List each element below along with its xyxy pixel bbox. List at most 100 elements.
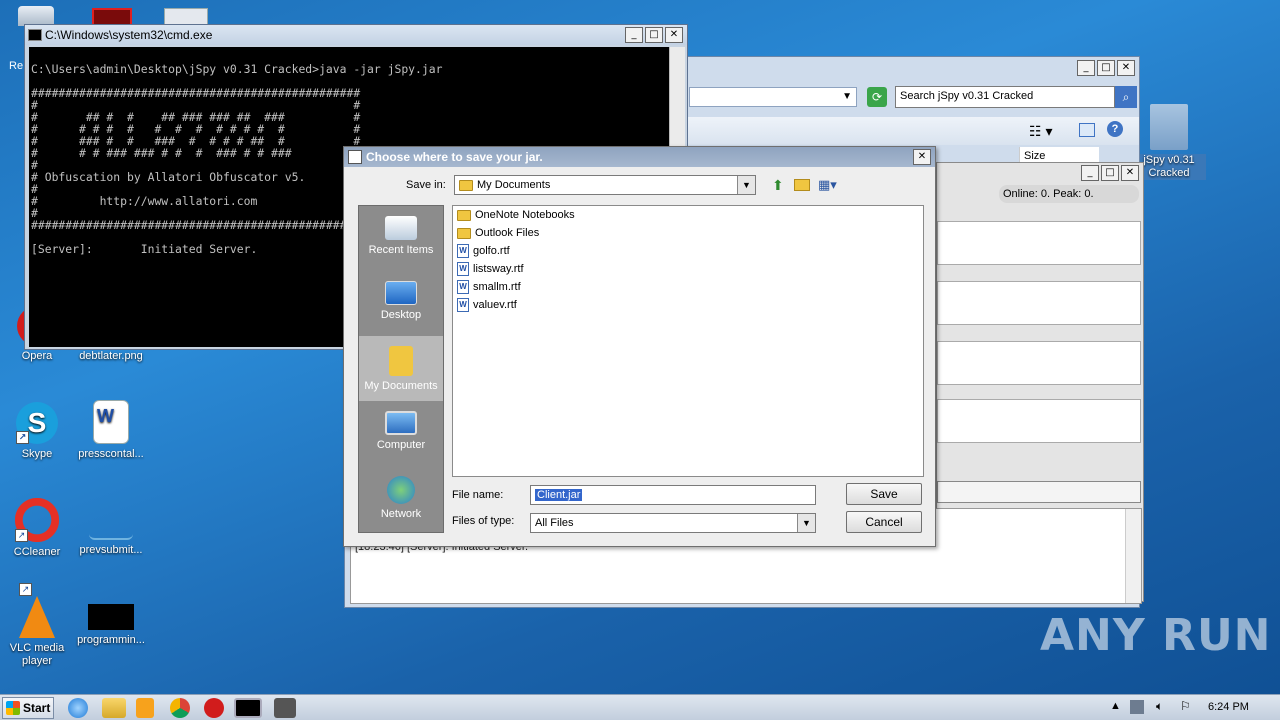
maximize-button[interactable]: □ xyxy=(1097,60,1115,76)
client-panel xyxy=(937,399,1141,443)
jspy-window-controls: _ □ ✕ xyxy=(1081,165,1139,181)
file-name-input[interactable]: Client.jar xyxy=(530,485,816,505)
folder-icon xyxy=(1150,104,1188,150)
start-button[interactable]: Start xyxy=(2,697,54,719)
file-list-item[interactable]: Wgolfo.rtf xyxy=(453,242,923,260)
rtf-document-icon: W xyxy=(457,280,469,294)
desktop-icon-vlc[interactable]: ↗ VLC media player xyxy=(0,583,74,668)
search-input[interactable]: Search jSpy v0.31 Cracked xyxy=(895,86,1115,108)
files-of-type-label: Files of type: xyxy=(452,515,515,527)
maximize-button[interactable]: □ xyxy=(645,27,663,43)
file-list[interactable]: OneNote Notebooks Outlook Files Wgolfo.rtf… xyxy=(452,205,924,477)
close-button[interactable]: ✕ xyxy=(913,149,931,165)
clock[interactable]: 6:24 PM xyxy=(1208,701,1249,713)
close-button[interactable]: ✕ xyxy=(665,27,683,43)
cmd-titlebar[interactable]: C:\Windows\system32\cmd.exe _ □ ✕ xyxy=(25,25,687,45)
maximize-button[interactable]: □ xyxy=(1101,165,1119,181)
new-folder-icon[interactable] xyxy=(794,179,810,191)
file-explorer-icon[interactable] xyxy=(102,698,126,718)
save-button[interactable]: Save xyxy=(846,483,922,505)
close-button[interactable]: ✕ xyxy=(1117,60,1135,76)
internet-explorer-icon[interactable] xyxy=(68,698,88,718)
flag-icon[interactable]: ⚐ xyxy=(1180,699,1191,713)
desktop-icon-label: CCleaner xyxy=(13,546,61,558)
recycle-bin-icon[interactable] xyxy=(18,6,54,26)
shortcut-arrow-icon: ↗ xyxy=(16,431,29,444)
place-desktop[interactable]: Desktop xyxy=(359,271,443,336)
status-label: Online: 0. Peak: 0. xyxy=(999,185,1139,203)
up-folder-icon[interactable]: ⬆ xyxy=(772,177,784,194)
file-name: golfo.rtf xyxy=(473,245,510,257)
cmd-taskbar-icon[interactable] xyxy=(234,698,262,718)
desktop-icon-skype[interactable]: S ↗ Skype xyxy=(0,402,74,461)
cmd-icon xyxy=(28,29,42,41)
network-icon xyxy=(387,476,415,504)
chevron-down-icon[interactable]: ▼ xyxy=(842,91,852,102)
cancel-button[interactable]: Cancel xyxy=(846,511,922,533)
close-button[interactable]: ✕ xyxy=(1121,165,1139,181)
chrome-icon[interactable] xyxy=(170,698,190,718)
desktop-icon-label: debtlater.png xyxy=(79,350,143,362)
views-icon[interactable]: ☷ ▾ xyxy=(1029,123,1052,140)
file-name: Outlook Files xyxy=(475,227,540,239)
folder-icon xyxy=(457,227,471,239)
file-list-item[interactable]: Wvaluev.rtf xyxy=(453,296,923,314)
place-network[interactable]: Network xyxy=(359,466,443,531)
file-name: OneNote Notebooks xyxy=(475,209,575,221)
minimize-button[interactable]: _ xyxy=(1081,165,1099,181)
help-icon[interactable]: ? xyxy=(1107,121,1123,137)
chevron-down-icon[interactable]: ▼ xyxy=(737,176,755,194)
minimize-button[interactable]: _ xyxy=(1077,60,1095,76)
places-bar: Recent Items Desktop My Documents Comput… xyxy=(358,205,444,533)
network-tray-icon[interactable] xyxy=(1130,700,1144,714)
desktop-icon-presscontal[interactable]: W presscontal... xyxy=(74,400,148,461)
dialog-titlebar[interactable]: Choose where to save your jar. ✕ xyxy=(344,147,935,167)
file-name: listsway.rtf xyxy=(473,263,524,275)
refresh-button[interactable]: ⟳ xyxy=(867,87,887,107)
jspy-taskbar-icon[interactable] xyxy=(274,698,296,718)
java-cup-icon xyxy=(348,150,362,164)
place-my-documents[interactable]: My Documents xyxy=(359,336,443,401)
file-name-label: File name: xyxy=(452,489,504,501)
media-player-icon[interactable] xyxy=(136,698,154,718)
file-name: valuev.rtf xyxy=(473,299,517,311)
place-recent-items[interactable]: Recent Items xyxy=(359,206,443,271)
place-computer[interactable]: Computer xyxy=(359,401,443,466)
word-document-icon: W xyxy=(93,400,129,444)
volume-icon[interactable]: 🔈︎ xyxy=(1156,699,1163,714)
chevron-down-icon[interactable]: ▼ xyxy=(797,514,815,532)
rtf-document-icon: W xyxy=(457,298,469,312)
file-list-item[interactable]: Outlook Files xyxy=(453,224,923,242)
preview-pane-icon[interactable] xyxy=(1079,123,1095,137)
anyrun-watermark: ANY RUN xyxy=(1040,610,1272,661)
save-in-dropdown[interactable]: My Documents ▼ xyxy=(454,175,756,195)
log-scrollbar[interactable] xyxy=(1125,509,1141,603)
desktop-icon-label: presscontal... xyxy=(78,448,144,460)
desktop-icon xyxy=(385,281,417,305)
file-list-item[interactable]: Wlistsway.rtf xyxy=(453,260,923,278)
desktop-icon-label: Skype xyxy=(21,448,53,460)
show-hidden-icons-icon[interactable]: ▲ xyxy=(1110,700,1121,712)
ccleaner-icon: ↗ xyxy=(15,498,59,542)
shortcut-arrow-icon: ↗ xyxy=(15,529,28,542)
taskbar: Start ▲ 🔈︎ ⚐ 6:24 PM xyxy=(0,694,1280,720)
client-panel xyxy=(937,341,1141,385)
opera-taskbar-icon[interactable] xyxy=(204,698,224,718)
minimize-button[interactable]: _ xyxy=(625,27,643,43)
shortcut-arrow-icon: ↗ xyxy=(19,583,32,596)
view-menu-icon[interactable]: ▦▾ xyxy=(818,177,837,193)
input-bar[interactable] xyxy=(937,481,1141,503)
desktop-icon-programmin[interactable]: programmin... xyxy=(74,604,148,647)
address-bar[interactable]: ▼ xyxy=(689,87,857,107)
desktop-icon-ccleaner[interactable]: ↗ CCleaner xyxy=(0,498,74,559)
search-icon[interactable]: ⌕ xyxy=(1115,86,1137,108)
cmd-title: C:\Windows\system32\cmd.exe xyxy=(45,28,213,42)
file-list-item[interactable]: OneNote Notebooks xyxy=(453,206,923,224)
black-file-icon xyxy=(88,604,134,630)
folder-icon xyxy=(459,179,473,191)
blank-file-icon xyxy=(89,500,133,540)
desktop-icon-prevsubmit[interactable]: prevsubmit... xyxy=(74,500,148,557)
file-list-item[interactable]: Wsmallm.rtf xyxy=(453,278,923,296)
files-of-type-dropdown[interactable]: All Files ▼ xyxy=(530,513,816,533)
my-documents-icon xyxy=(389,346,413,376)
